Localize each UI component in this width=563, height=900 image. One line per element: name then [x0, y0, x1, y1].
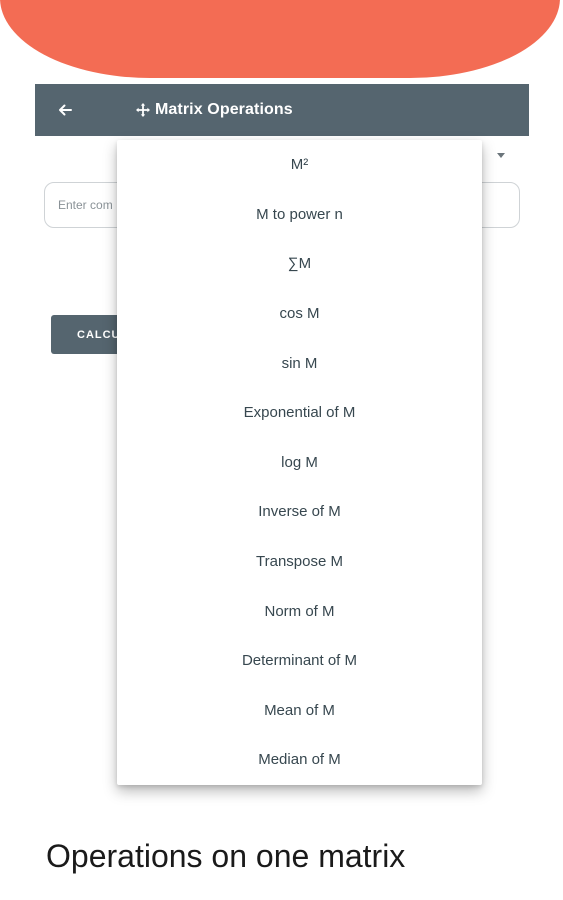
menu-item-m-squared[interactable]: M²: [117, 140, 482, 190]
menu-item-inverse-m[interactable]: Inverse of M: [117, 487, 482, 537]
app-bar: Matrix Operations: [35, 84, 529, 136]
back-arrow-icon[interactable]: [55, 100, 75, 120]
menu-item-norm-m[interactable]: Norm of M: [117, 586, 482, 636]
menu-item-exponential-m[interactable]: Exponential of M: [117, 388, 482, 438]
menu-item-sum-m[interactable]: ∑M: [117, 239, 482, 289]
page-title: Matrix Operations: [155, 101, 293, 118]
screenshot-caption: Operations on one matrix: [46, 838, 406, 874]
menu-item-cos-m[interactable]: cos M: [117, 289, 482, 339]
app-title: Matrix Operations: [135, 84, 293, 136]
dropdown-arrow-icon[interactable]: [497, 153, 505, 159]
operation-dropdown-menu: M² M to power n ∑M cos M sin M Exponenti…: [117, 140, 482, 785]
menu-item-determinant-m[interactable]: Determinant of M: [117, 636, 482, 686]
menu-item-sin-m[interactable]: sin M: [117, 338, 482, 388]
header-decoration: [0, 0, 560, 78]
menu-item-m-power-n[interactable]: M to power n: [117, 190, 482, 240]
command-input-placeholder: Enter com: [58, 198, 113, 212]
menu-item-median-m[interactable]: Median of M: [117, 735, 482, 785]
menu-item-log-m[interactable]: log M: [117, 438, 482, 488]
menu-item-mean-m[interactable]: Mean of M: [117, 686, 482, 736]
move-icon: [136, 103, 150, 117]
menu-item-transpose-m[interactable]: Transpose M: [117, 537, 482, 587]
